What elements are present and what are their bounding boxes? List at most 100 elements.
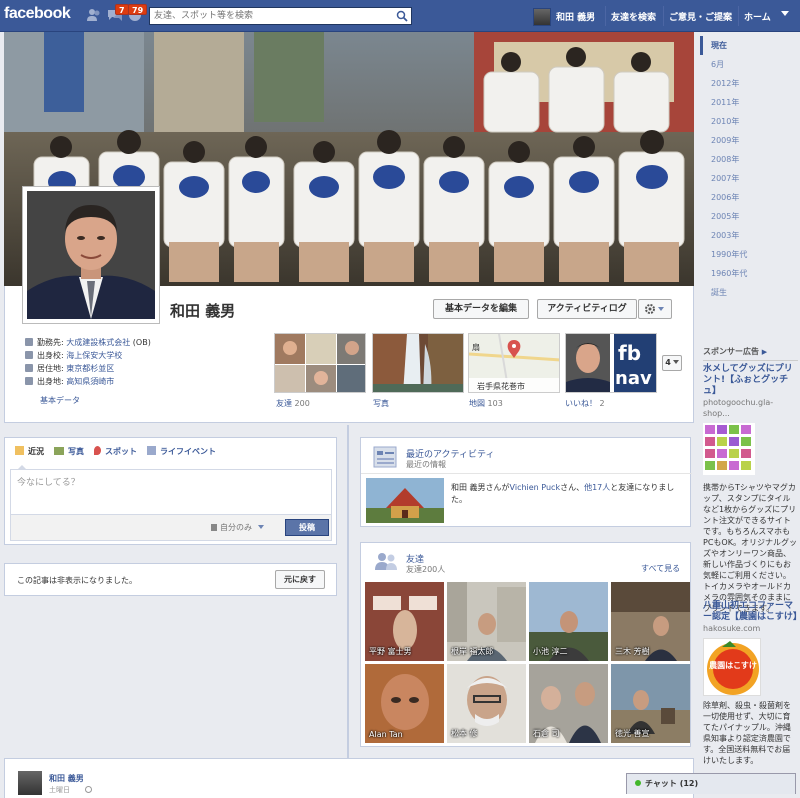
settings-gear-button[interactable] <box>638 299 672 319</box>
activity-list-icon <box>373 446 397 468</box>
status-textarea[interactable]: 今なにしてる？ <box>10 469 332 515</box>
year-link[interactable]: 2003年 <box>700 226 750 245</box>
photos-app-tile[interactable] <box>372 333 464 393</box>
ad-title[interactable]: 水メしてグッズにプリント!【ふぉとグッチュ】 <box>703 364 798 397</box>
ad-host: photogoochu.gla-shop... <box>703 398 774 418</box>
undo-hide-button[interactable]: 元に戻す <box>275 570 325 589</box>
search-icon[interactable] <box>396 10 408 22</box>
friend-tile[interactable]: 松本 修 <box>447 664 526 743</box>
activity-text: 和田 義男さんがVichien Puckさん、他17人と友達になりました。 <box>451 483 675 504</box>
timeline-post: 和田 義男 土曜日 <box>4 758 694 798</box>
friend-link[interactable]: Vichien Puck <box>510 483 561 492</box>
clock-icon <box>85 786 92 793</box>
friend-tile[interactable]: 根岸 福太郎 <box>447 582 526 661</box>
user-name-link[interactable]: 和田 義男 <box>556 10 595 23</box>
friend-tile[interactable]: 三木 芳樹 <box>611 582 690 661</box>
recent-activity-card: 最近のアクティビティ 最近の情報 和田 義男さんがVichien Puckさん、… <box>360 437 692 527</box>
friend-tile[interactable]: 小池 淳二 <box>529 582 608 661</box>
friend-tile[interactable]: 平野 富士男 <box>365 582 444 661</box>
map-app-tile[interactable]: 扇 岩手県花巻市 <box>468 333 560 393</box>
residence-info: 居住地: 東京都杉並区 <box>25 363 114 375</box>
friend-tile[interactable]: Alan Tan <box>365 664 444 743</box>
year-link[interactable]: 2012年 <box>700 74 750 93</box>
divider <box>703 360 798 361</box>
hidden-post-text: この記事は非表示になりました。 <box>17 576 137 585</box>
divider <box>361 473 692 474</box>
search-input[interactable] <box>150 8 390 24</box>
tab-life-event[interactable]: ライフイベント <box>147 446 216 464</box>
activity-photo-image[interactable] <box>366 478 444 523</box>
composer-tabs: 近況 写真 スポット ライフイベント <box>15 446 216 464</box>
online-status-icon <box>635 780 641 786</box>
year-link[interactable]: 誕生 <box>700 283 750 302</box>
more-ads-icon[interactable]: ▶ <box>762 348 767 356</box>
year-link[interactable]: 6月 <box>700 55 750 74</box>
year-link[interactable]: 2011年 <box>700 93 750 112</box>
recent-activity-subtitle: 最近の情報 <box>406 460 446 469</box>
composer-footer: 自分のみ 投稿 <box>10 515 332 541</box>
residence-link[interactable]: 東京都杉並区 <box>66 364 114 373</box>
post-author-name[interactable]: 和田 義男 <box>49 773 84 784</box>
likes-app-tile[interactable]: fb nav <box>565 333 657 393</box>
post-author-avatar[interactable] <box>18 771 42 795</box>
ad-photogoochu[interactable]: 水メしてグッズにプリント!【ふぉとグッチュ】 photogoochu.gla-s… <box>703 364 798 614</box>
hometown-info: 出身地: 高知県須崎市 <box>25 376 114 388</box>
timeline-spine <box>347 425 349 765</box>
activity-log-button[interactable]: アクティビティログ <box>537 299 637 319</box>
year-link[interactable]: 2008年 <box>700 150 750 169</box>
friends-app-label[interactable]: 友達 200 <box>276 398 310 409</box>
school-link[interactable]: 海上保安大学校 <box>66 351 122 360</box>
more-apps-button[interactable]: 4 <box>662 355 682 371</box>
photos-app-label[interactable]: 写真 <box>373 398 389 409</box>
ad-title[interactable]: 八重山初エコファーマー認定【農園はこすけ】 <box>703 601 800 623</box>
friend-tile[interactable]: 石倉 司 <box>529 664 608 743</box>
flag-icon <box>147 446 156 455</box>
profile-picture[interactable] <box>22 186 160 324</box>
hidden-post-notice: この記事は非表示になりました。 元に戻す <box>4 563 337 596</box>
chat-bar[interactable]: チャット (12) <box>626 773 796 794</box>
tab-status[interactable]: 近況 <box>15 446 44 464</box>
feedback-link[interactable]: ご意見・ご提案 <box>669 10 732 23</box>
nav-divider <box>663 6 664 26</box>
top-navigation-bar: facebook 7 79 和田 義男 友達を検索 ご意見・ご提案 ホーム <box>0 0 800 32</box>
map-caption: 岩手県花巻市 <box>477 382 525 391</box>
see-all-friends-link[interactable]: すべて見る <box>641 563 680 574</box>
friend-tile[interactable]: 徳光 善宣 <box>611 664 690 743</box>
friend-requests-icon[interactable] <box>86 8 102 22</box>
others-link[interactable]: 他17人 <box>584 483 610 492</box>
privacy-selector[interactable]: 自分のみ <box>211 522 264 533</box>
find-friends-link[interactable]: 友達を検索 <box>611 10 656 23</box>
year-link[interactable]: 2006年 <box>700 188 750 207</box>
year-link[interactable]: 2010年 <box>700 112 750 131</box>
edit-basic-info-button[interactable]: 基本データを編集 <box>433 299 529 319</box>
year-link[interactable]: 1960年代 <box>700 264 750 283</box>
post-button[interactable]: 投稿 <box>285 519 329 536</box>
facebook-logo[interactable]: facebook <box>4 5 71 23</box>
map-pin-icon <box>94 446 101 455</box>
friends-app-tile[interactable] <box>274 333 366 393</box>
hometown-link[interactable]: 高知県須崎市 <box>66 377 114 386</box>
friends-card: 友達 友達200人 すべて見る 平野 富士男 根岸 福太郎 小池 淳二 三木 芳… <box>360 542 691 747</box>
waterfall-photo-image <box>373 334 463 392</box>
user-avatar-small[interactable] <box>533 8 551 26</box>
ad-hakosuke[interactable]: 八重山初エコファーマー認定【農園はこすけ】 hakosuke.com 農園はこす… <box>703 601 800 766</box>
nav-divider <box>605 6 606 26</box>
home-link[interactable]: ホーム <box>744 10 771 23</box>
status-composer: 近況 写真 スポット ライフイベント 今なにしてる？ 自分のみ 投稿 <box>4 437 337 545</box>
basic-data-link[interactable]: 基本データ <box>40 395 80 406</box>
work-link[interactable]: 大成建設株式会社 <box>66 338 130 347</box>
year-link[interactable]: 2009年 <box>700 131 750 150</box>
profile-portrait-image <box>27 191 155 319</box>
tab-photo[interactable]: 写真 <box>54 446 84 464</box>
year-link[interactable]: 2005年 <box>700 207 750 226</box>
graduation-cap-icon <box>25 351 33 359</box>
account-menu-arrow-icon[interactable] <box>781 11 789 16</box>
svg-text:nav: nav <box>615 368 652 389</box>
year-link[interactable]: 1990年代 <box>700 245 750 264</box>
year-link-now[interactable]: 現在 <box>700 36 750 55</box>
timeline-year-navigation: 現在 6月 2012年 2011年 2010年 2009年 2008年 2007… <box>700 36 750 302</box>
likes-app-label[interactable]: いいね！ 2 <box>565 398 605 409</box>
map-app-label[interactable]: 地図 103 <box>469 398 503 409</box>
year-link[interactable]: 2007年 <box>700 169 750 188</box>
tab-spot[interactable]: スポット <box>94 446 137 464</box>
